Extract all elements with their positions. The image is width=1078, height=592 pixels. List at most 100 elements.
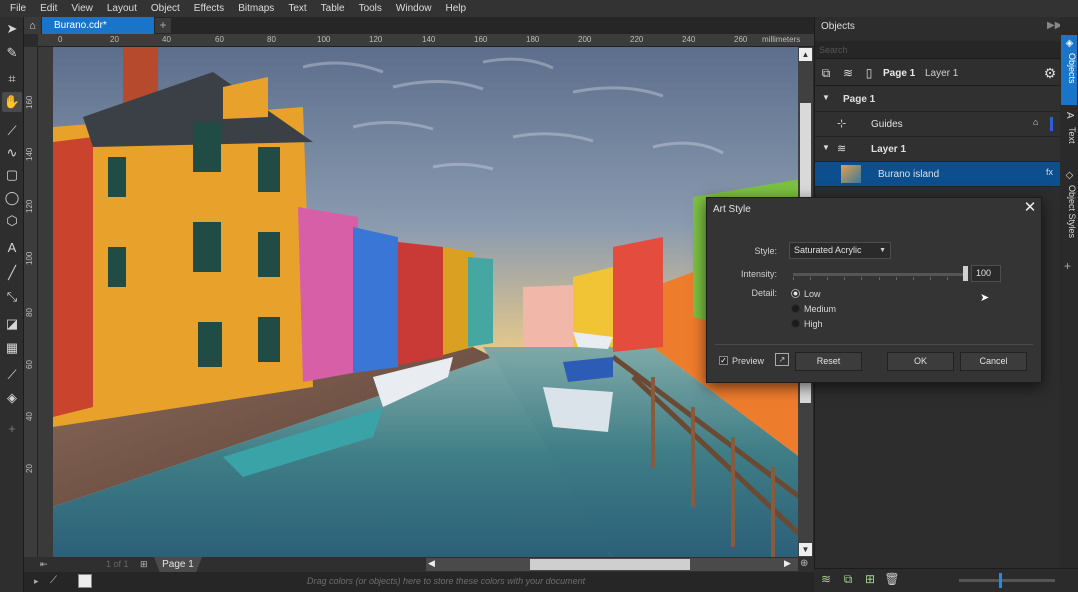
page-icon[interactable]: ▯: [862, 66, 876, 80]
ruler-tick: 160: [474, 35, 488, 44]
preview-checkbox[interactable]: ✓: [719, 356, 728, 365]
page-view-icon[interactable]: ⧉: [819, 66, 833, 80]
tab-object-styles[interactable]: ◇ Object Styles: [1061, 167, 1077, 257]
collapse-arrow-icon[interactable]: ▼: [822, 143, 830, 152]
reset-button[interactable]: Reset: [795, 352, 862, 371]
horizontal-scroll-thumb[interactable]: [530, 559, 690, 570]
new-master-layer-icon[interactable]: ⧉: [840, 572, 856, 588]
radio-label: High: [804, 318, 823, 329]
eyedropper-icon[interactable]: ⟋: [50, 575, 57, 586]
add-tool-icon[interactable]: +: [2, 418, 22, 438]
popout-icon[interactable]: ↗: [775, 353, 789, 366]
gear-icon[interactable]: ⚙: [1043, 66, 1057, 80]
radio-button[interactable]: [791, 304, 800, 313]
freehand-tool-icon[interactable]: ⟋: [2, 121, 22, 141]
style-value: Saturated Acrylic: [794, 245, 862, 255]
radio-button[interactable]: [791, 319, 800, 328]
horizontal-ruler[interactable]: 0 20 40 60 80 100 120 140 160 180 200 22…: [38, 34, 814, 47]
eyedropper-tool-icon[interactable]: ⟋: [2, 365, 22, 385]
connector-tool-icon[interactable]: ⤡: [2, 287, 22, 307]
menu-view[interactable]: View: [64, 0, 100, 17]
menu-file[interactable]: File: [3, 0, 33, 17]
text-tool-icon[interactable]: A: [2, 237, 22, 257]
tree-row-layer[interactable]: ▼ ≋ Layer 1: [815, 137, 1061, 162]
tree-row-guides[interactable]: ⊹ Guides ⌂: [815, 112, 1061, 137]
chevron-down-icon: ▼: [879, 247, 886, 254]
scroll-down-icon[interactable]: ▼: [799, 543, 812, 556]
rectangle-tool-icon[interactable]: ▢: [2, 165, 22, 185]
home-icon[interactable]: ⌂: [24, 17, 41, 34]
collapse-arrow-icon[interactable]: ▼: [822, 93, 830, 102]
horizontal-scrollbar[interactable]: ◀ ▶: [426, 558, 798, 571]
docker-search-input[interactable]: Search: [815, 41, 1061, 59]
tree-row-page[interactable]: ▼ Page 1: [815, 87, 1061, 112]
ruler-tick: 60: [215, 35, 224, 44]
ruler-tick: 20: [110, 35, 119, 44]
detail-option-medium[interactable]: Medium: [791, 302, 836, 315]
ellipse-tool-icon[interactable]: ◯: [2, 188, 22, 208]
pan-tool-icon[interactable]: ✋: [2, 92, 22, 112]
first-page-icon[interactable]: ⇤: [40, 559, 48, 570]
ruler-tick: 140: [422, 35, 436, 44]
crop-tool-icon[interactable]: ⌗: [2, 69, 22, 89]
menu-text[interactable]: Text: [281, 0, 313, 17]
intensity-input[interactable]: 100: [971, 265, 1001, 282]
trash-icon[interactable]: 🗑: [884, 572, 900, 588]
transparency-tool-icon[interactable]: ▦: [2, 338, 22, 358]
menu-bitmaps[interactable]: Bitmaps: [231, 0, 281, 17]
current-layer-label[interactable]: Layer 1: [925, 68, 958, 79]
menu-tools[interactable]: Tools: [352, 0, 389, 17]
menu-table[interactable]: Table: [314, 0, 352, 17]
detail-option-high[interactable]: High: [791, 317, 823, 330]
new-sublayer-icon[interactable]: ⊞: [862, 572, 878, 588]
expand-arrow-icon[interactable]: ▸: [34, 576, 39, 587]
layers-icon[interactable]: ≋: [841, 66, 855, 80]
fill-tool-icon[interactable]: ◈: [2, 388, 22, 408]
ruler-tick: 40: [162, 35, 171, 44]
close-icon[interactable]: ✕: [1019, 198, 1041, 218]
slider-knob[interactable]: [999, 573, 1002, 588]
intensity-slider[interactable]: [793, 273, 965, 280]
shape-tool-icon[interactable]: ✎: [2, 43, 22, 63]
effects-icon[interactable]: fx: [1046, 167, 1053, 177]
no-fill-swatch[interactable]: [78, 574, 92, 588]
detail-option-low[interactable]: Low: [791, 287, 821, 300]
ok-button[interactable]: OK: [887, 352, 954, 371]
page-tab[interactable]: Page 1: [154, 557, 202, 572]
cancel-button[interactable]: Cancel: [960, 352, 1027, 371]
tab-text[interactable]: A Text: [1061, 109, 1077, 169]
menu-effects[interactable]: Effects: [187, 0, 231, 17]
vertical-ruler[interactable]: 160 140 120 100 80 60 40 20: [24, 47, 38, 559]
menu-edit[interactable]: Edit: [33, 0, 64, 17]
polygon-tool-icon[interactable]: ⬡: [2, 211, 22, 231]
tree-label: Guides: [871, 119, 903, 130]
add-docker-icon[interactable]: +: [1064, 259, 1071, 273]
line-tool-icon[interactable]: ╱: [2, 263, 22, 283]
intensity-slider-thumb[interactable]: [963, 266, 968, 281]
add-page-icon[interactable]: ⊞: [140, 559, 148, 570]
tab-objects[interactable]: ◈ Objects: [1061, 35, 1077, 105]
ruler-tick: 60: [25, 360, 34, 369]
tree-row-burano-island[interactable]: Burano island fx: [815, 162, 1061, 187]
lock-icon[interactable]: ⌂: [1033, 117, 1038, 127]
scroll-left-icon[interactable]: ◀: [428, 558, 435, 569]
new-layer-icon[interactable]: ≋: [818, 572, 834, 588]
pick-tool-icon[interactable]: ➤: [2, 19, 22, 39]
drop-shadow-tool-icon[interactable]: ◪: [2, 314, 22, 334]
menu-object[interactable]: Object: [144, 0, 187, 17]
menu-help[interactable]: Help: [439, 0, 474, 17]
drawing-canvas[interactable]: [38, 47, 798, 557]
scroll-up-icon[interactable]: ▲: [799, 48, 812, 61]
document-tab[interactable]: Burano.cdr*: [42, 17, 154, 34]
burano-artwork[interactable]: [53, 47, 798, 557]
zoom-icon[interactable]: ⊕: [800, 558, 808, 569]
bezier-tool-icon[interactable]: ∿: [2, 143, 22, 163]
current-page-label[interactable]: Page 1: [883, 68, 915, 79]
menu-layout[interactable]: Layout: [100, 0, 144, 17]
menu-window[interactable]: Window: [389, 0, 439, 17]
thumbnail-size-slider[interactable]: [959, 573, 1055, 588]
scroll-right-icon[interactable]: ▶: [784, 558, 791, 569]
new-tab-button[interactable]: +: [155, 18, 171, 33]
radio-button[interactable]: [791, 289, 800, 298]
style-dropdown[interactable]: Saturated Acrylic ▼: [789, 242, 891, 259]
